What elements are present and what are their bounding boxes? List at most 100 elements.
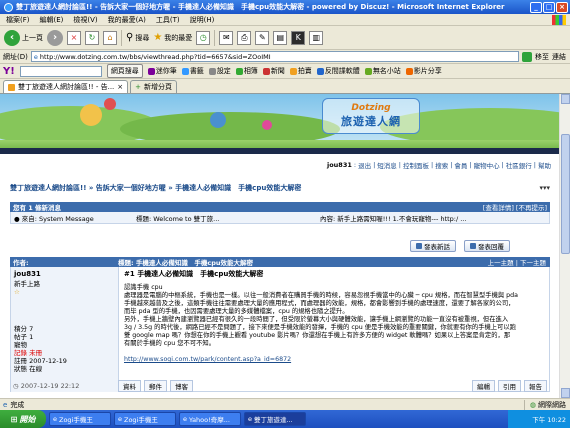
address-input[interactable]: e http://www.dotzing.com.tw/bbs/viewthre… [30, 51, 519, 62]
yahoo-item-news[interactable]: 新聞 [262, 66, 285, 76]
history-icon[interactable]: ◷ [196, 30, 211, 45]
menu-file[interactable]: 檔案(F) [6, 15, 30, 25]
close-tab-icon[interactable]: × [117, 83, 123, 91]
search-button[interactable]: ⚲ 搜尋 [126, 32, 149, 43]
taskbar: ⊞ 開始 e Zogi手機王 e Zogi手機王 e Yahoo!奇摩... e 雙丁旅… [0, 410, 570, 428]
close-button[interactable]: × [556, 1, 568, 13]
topic-nav-links[interactable]: 上一主題 | 下一主題 [488, 257, 550, 267]
email-button[interactable]: 郵件 [144, 380, 167, 392]
links-button[interactable]: 連結 [552, 52, 566, 62]
maximize-button[interactable]: □ [543, 1, 555, 13]
vertical-scrollbar[interactable] [559, 94, 570, 398]
site-logo[interactable]: Dotzing 旅遊達人網 [322, 98, 420, 134]
stat-status: 狀態 在線 [14, 365, 43, 373]
tab-label: 雙丁旅遊達人網討論區!! - 告... [18, 83, 115, 91]
yahoo-search-button[interactable]: 網頁搜尋 [106, 64, 143, 78]
globe-icon: ◍ [529, 400, 536, 409]
collapse-arrows-icon[interactable]: ▾▾▾ [539, 184, 550, 192]
taskbar-item-label: 雙丁旅遊達... [254, 416, 293, 424]
go-arrow-icon[interactable] [522, 51, 532, 62]
menu-help[interactable]: 說明(H) [190, 15, 215, 25]
mail-icon[interactable]: ✉ [219, 30, 234, 45]
yahoo-logo[interactable]: Y! [3, 66, 15, 77]
news-icon [262, 67, 270, 75]
nav-bank[interactable]: 社區銀行 [506, 160, 532, 170]
edit-icon[interactable]: ✎ [255, 30, 270, 45]
page-viewport[interactable]: Dotzing 旅遊達人網 jou831: 退出 | 短消息 | 控制面板 | 搜索 |… [0, 94, 559, 398]
user-nav: jou831: 退出 | 短消息 | 控制面板 | 搜索 | 會員 | 寵物中心 | 社區銀… [326, 160, 551, 170]
blog-button[interactable]: 博客 [170, 380, 193, 392]
yahoo-item-auction[interactable]: 拍賣 [289, 66, 312, 76]
yahoo-item-bookmarks[interactable]: 書籤 [181, 66, 204, 76]
taskbar-item[interactable]: e Zogi手機王 [114, 412, 176, 426]
stop-icon[interactable]: × [67, 30, 81, 45]
window-title: 雙丁旅遊達人網討論區!! - 告訴大家一個好地方喔 - 手機達人必備知識 手機c… [16, 3, 505, 11]
menu-edit[interactable]: 編輯(E) [40, 15, 64, 25]
minimize-button[interactable]: _ [530, 1, 542, 13]
ie-icon: e [248, 415, 252, 423]
refresh-icon[interactable]: ↻ [85, 30, 99, 45]
nav-logout[interactable]: 退出 [358, 160, 371, 170]
yahoo-search-input[interactable] [19, 65, 102, 77]
clock[interactable]: 下午 10:22 [532, 414, 566, 424]
taskbar-item-active[interactable]: e 雙丁旅遊達... [244, 412, 306, 426]
new-thread-button[interactable]: 發表新話 [410, 240, 456, 252]
post-content: #1 手機達人必備知識 手機cpu效能大解密 認識手機 cpu 處理器是電腦的中… [120, 267, 550, 392]
pm-subject[interactable]: 標題: Welcome to 雙丁旅... [136, 213, 316, 223]
messenger-icon[interactable]: K [291, 30, 306, 45]
bookmark-icon [181, 67, 189, 75]
yahoo-item-label: 書籤 [189, 67, 204, 75]
menu-favorites[interactable]: 我的最愛(A) [108, 15, 146, 25]
taskbar-item[interactable]: e Zogi手機王 [49, 412, 111, 426]
menu-tools[interactable]: 工具(T) [156, 15, 180, 25]
nav-control-panel[interactable]: 控制面板 [403, 160, 429, 170]
print-icon[interactable]: ⎙ [237, 30, 252, 45]
nav-members[interactable]: 會員 [454, 160, 467, 170]
quote-button[interactable]: 引用 [498, 380, 521, 392]
discuss-icon[interactable]: ▤ [273, 30, 288, 45]
profile-button[interactable]: 資料 [118, 380, 141, 392]
nav-search[interactable]: 搜索 [435, 160, 448, 170]
nav-pm[interactable]: 短消息 [377, 160, 397, 170]
yahoo-item-settings[interactable]: 設定 [208, 66, 231, 76]
tab-new[interactable]: + 新增分頁 [130, 80, 178, 93]
site-banner[interactable]: Dotzing 旅遊達人網 [0, 94, 559, 154]
mascot-figure [80, 104, 102, 126]
scroll-down-arrow-icon[interactable] [561, 388, 570, 398]
window-title-bar[interactable]: 雙丁旅遊達人網討論區!! - 告訴大家一個好地方喔 - 手機達人必備知識 手機c… [0, 0, 570, 14]
nav-help[interactable]: 幫助 [538, 160, 551, 170]
start-button[interactable]: ⊞ 開始 [0, 410, 46, 428]
favorites-button[interactable]: ★ 我的最愛 [153, 32, 192, 43]
breadcrumb-text[interactable]: 雙丁旅遊達人網討論區!! » 告訴大家一個好地方喔 » 手機達人必備知識 手機c… [10, 183, 301, 193]
nav-pet-center[interactable]: 寵物中心 [474, 160, 500, 170]
research-icon[interactable]: ▥ [309, 30, 324, 45]
yahoo-toolbar: Y! 網頁搜尋 迷你筆 書籤 設定 相簿 新聞 拍賣 反間諜軟體 無名小站 影片… [0, 64, 570, 79]
scroll-up-arrow-icon[interactable] [561, 94, 570, 104]
yahoo-item-wretch[interactable]: 無名小站 [364, 66, 401, 76]
stat-points: 積分 7 [14, 325, 34, 333]
photo-icon [235, 67, 243, 75]
reply-button[interactable]: 發表回覆 [464, 240, 510, 252]
back-button[interactable]: ‹ 上一頁 [4, 29, 43, 46]
forward-button[interactable]: › [47, 29, 63, 46]
mascot-figure [210, 112, 226, 128]
yahoo-item-video[interactable]: 影片分享 [405, 66, 442, 76]
tab-forum[interactable]: 雙丁旅遊達人網討論區!! - 告... × [3, 80, 129, 93]
yahoo-item-mini-pen[interactable]: 迷你筆 [147, 66, 177, 76]
pm-header-links[interactable]: [查看詳情] [不再提示] [483, 202, 547, 212]
stat-pet[interactable]: 寵物 [14, 341, 67, 349]
yahoo-item-photos[interactable]: 相簿 [235, 66, 258, 76]
home-icon[interactable]: ⌂ [103, 30, 117, 45]
menu-view[interactable]: 檢視(V) [73, 15, 97, 25]
author-name[interactable]: jou831 [14, 270, 115, 278]
taskbar-item[interactable]: e Yahoo!奇摩... [179, 412, 241, 426]
pm-notice-row[interactable]: ● 來自: System Message 標題: Welcome to 雙丁旅.… [10, 212, 550, 224]
current-user[interactable]: jou831 [327, 161, 352, 169]
zone-text: 網際網路 [538, 400, 566, 409]
edit-post-button[interactable]: 編輯 [472, 380, 495, 392]
go-button[interactable]: 移至 [535, 52, 549, 62]
post-link[interactable]: http://www.sogi.com.tw/park/content.asp?… [124, 356, 546, 364]
report-button[interactable]: 報告 [524, 380, 547, 392]
scrollbar-thumb[interactable] [561, 134, 570, 254]
yahoo-item-antispyware[interactable]: 反間諜軟體 [316, 66, 360, 76]
